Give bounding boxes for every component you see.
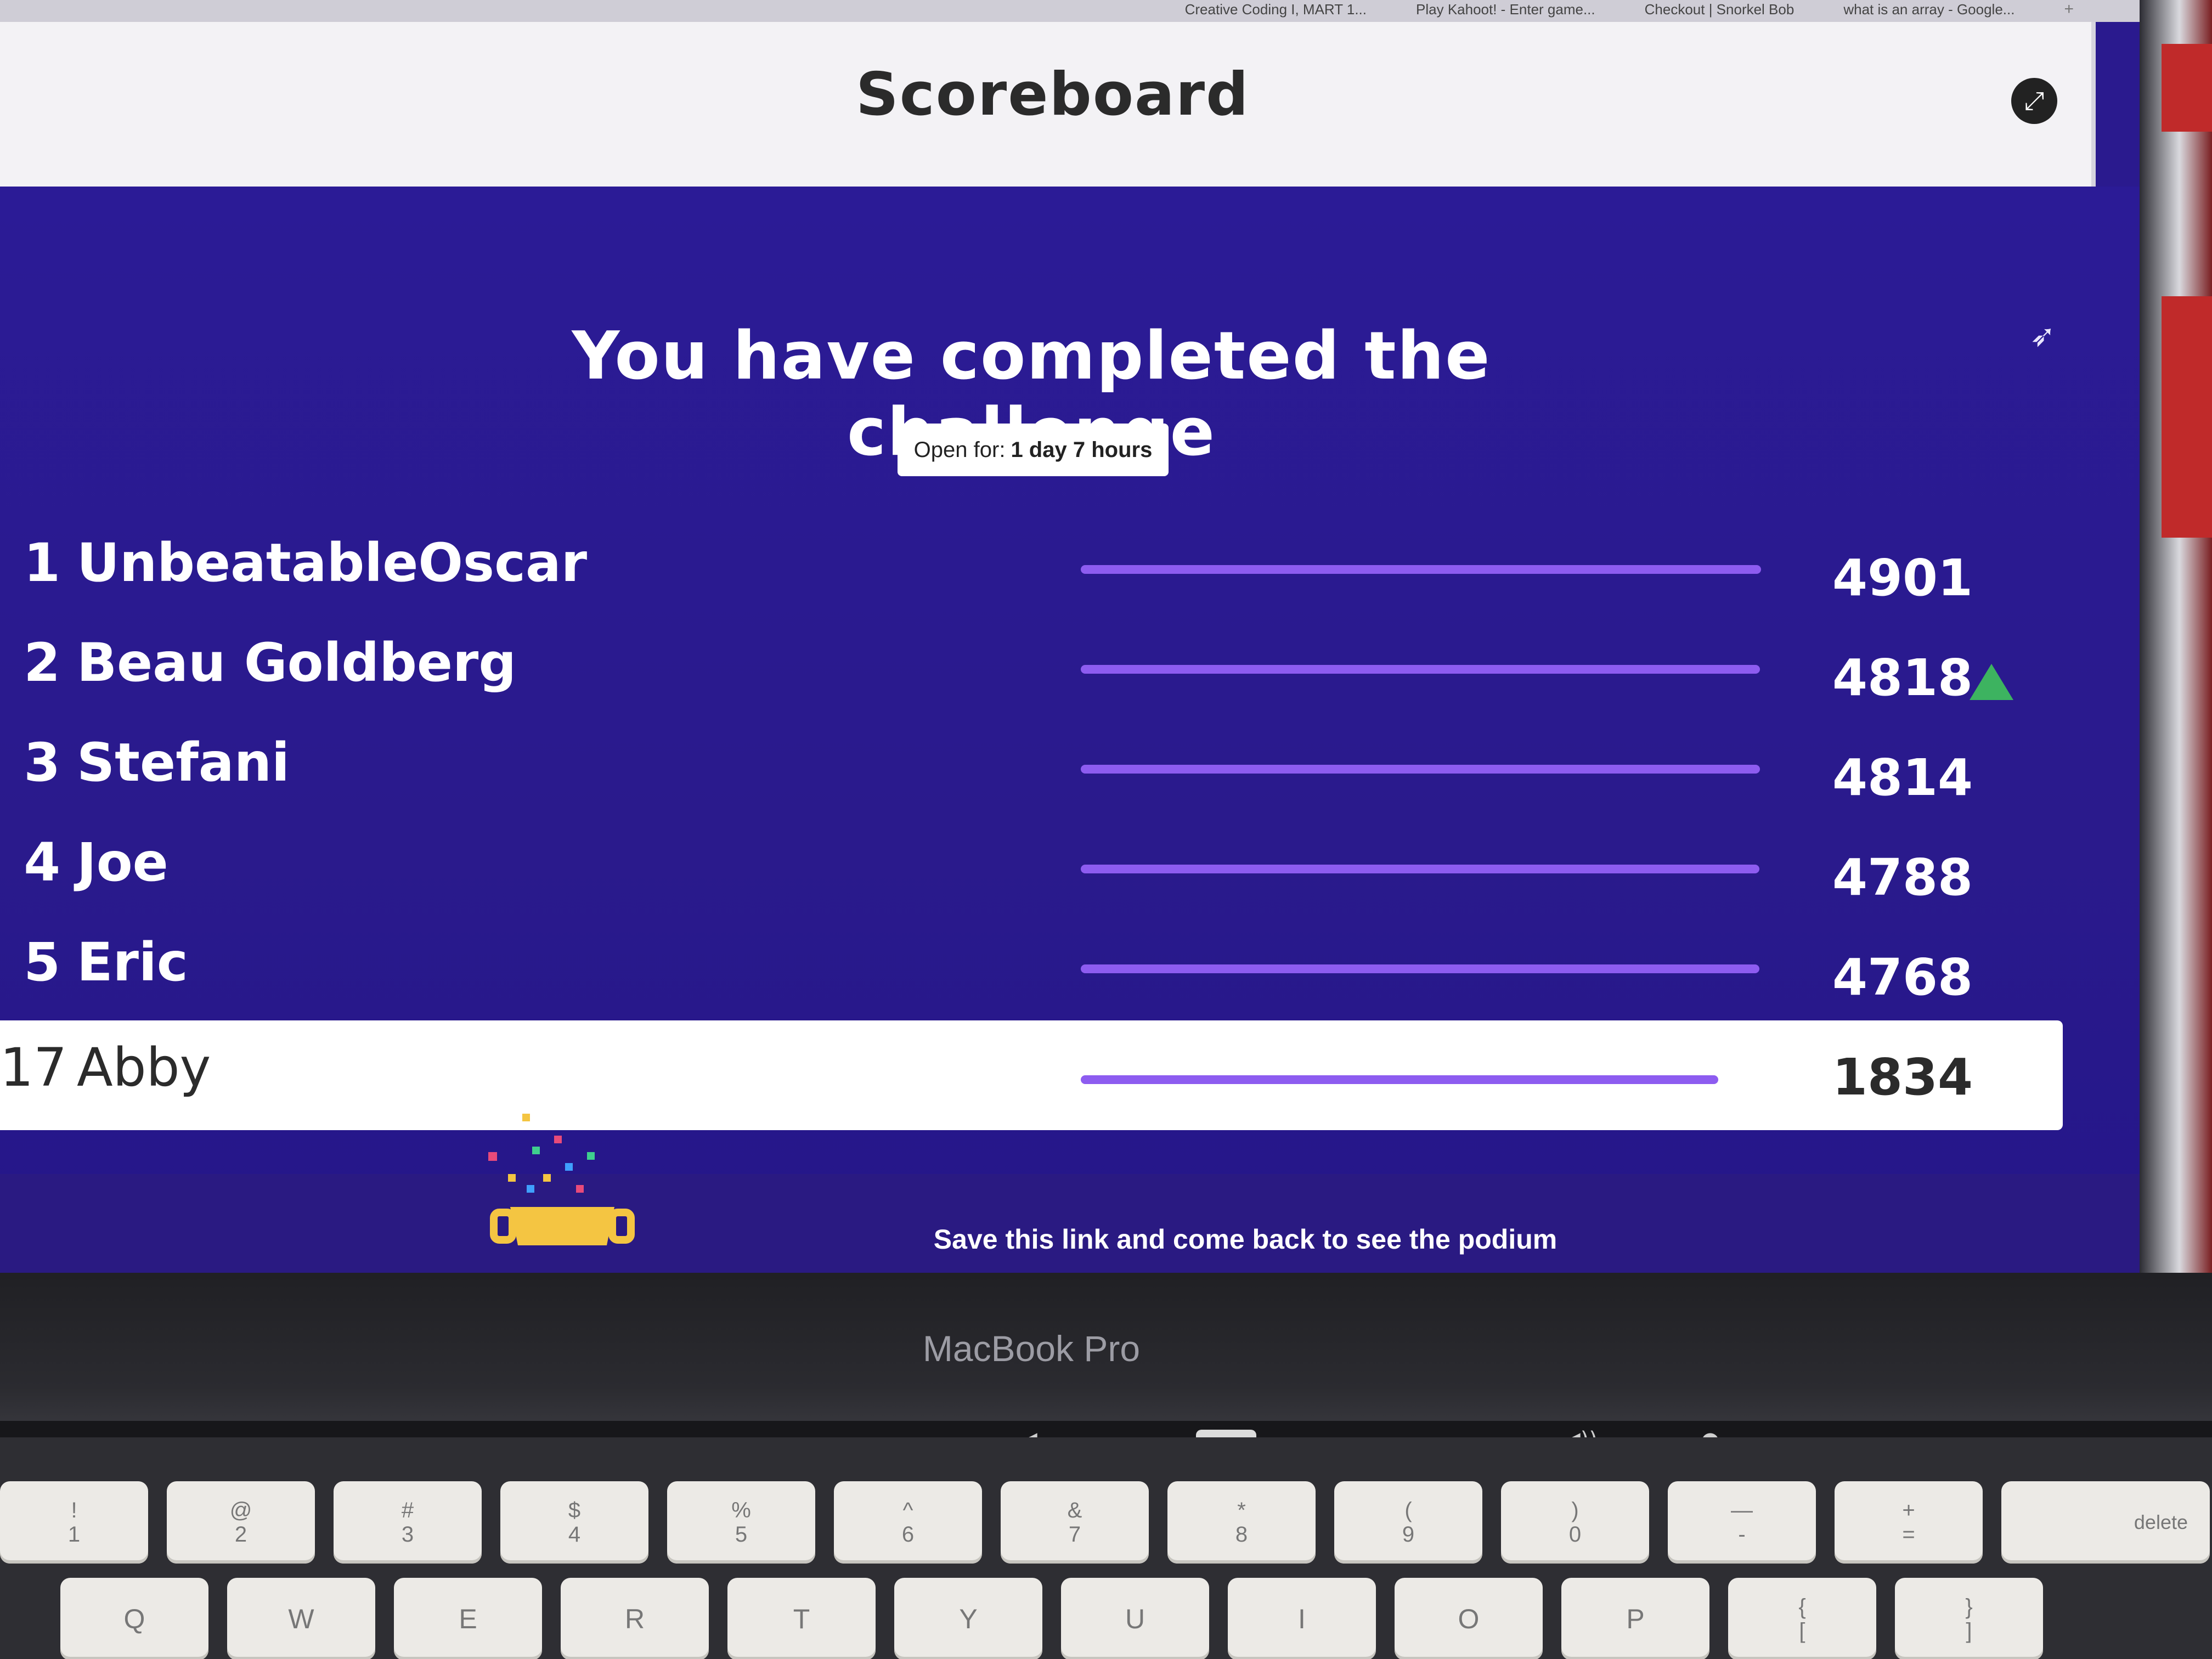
key[interactable]: & 7: [1001, 1481, 1149, 1564]
leaderboard-row: 2 Beau Goldberg 4818: [0, 616, 2063, 714]
browser-tab-bar: Creative Coding I, MART 1... Play Kahoot…: [0, 0, 2140, 22]
page-header: Scoreboard ⤢: [0, 22, 2096, 187]
save-link-message: Save this link and come back to see the …: [933, 1224, 1558, 1255]
player-score: 4788: [1832, 848, 1973, 907]
browser-tab[interactable]: Creative Coding I, MART 1...: [1185, 0, 1367, 22]
browser-tab[interactable]: what is an array - Google...: [1843, 0, 2015, 22]
key[interactable]: T: [727, 1578, 876, 1659]
key[interactable]: E: [394, 1578, 542, 1659]
player-name: UnbeatableOscar: [77, 532, 588, 594]
trophy-confetti-icon: [488, 1114, 635, 1245]
score-bar-fill: [1081, 865, 1760, 873]
player-score: 1834: [1832, 1048, 1973, 1107]
key[interactable]: ^ 6: [834, 1481, 982, 1564]
player-rank: 4: [24, 832, 60, 893]
player-score: 4901: [1832, 549, 1973, 607]
key[interactable]: ( 9: [1334, 1481, 1482, 1564]
leaderboard-row: 4 Joe 4788: [0, 815, 2063, 914]
keyboard: ! 1 @ 2 # 3 $ 4 % 5 ^ 6 & 7 * 8 ( 9 ) 0 …: [0, 1437, 2212, 1659]
leaderboard-row: 1 UnbeatableOscar 4901: [0, 516, 2063, 614]
laptop-screen: Creative Coding I, MART 1... Play Kahoot…: [0, 0, 2140, 1273]
photo: Creative Coding I, MART 1... Play Kahoot…: [0, 0, 2212, 1659]
current-player-row: 17 Abby 1834: [0, 1020, 2063, 1130]
background-sticker: [2162, 44, 2212, 132]
key[interactable]: ! 1: [0, 1481, 148, 1564]
key[interactable]: @ 2: [167, 1481, 315, 1564]
score-bar: [1081, 665, 1761, 674]
player-rank: 3: [24, 732, 60, 793]
score-bar-fill: [1081, 964, 1759, 973]
score-bar-fill: [1081, 565, 1761, 574]
key[interactable]: + =: [1835, 1481, 1983, 1564]
score-bar-fill: [1081, 665, 1760, 674]
score-bar: [1081, 765, 1761, 774]
laptop-bezel: MacBook Pro: [0, 1273, 2212, 1437]
score-bar: [1081, 865, 1761, 873]
score-bar: [1081, 1075, 1761, 1084]
browser-tab[interactable]: Play Kahoot! - Enter game...: [1416, 0, 1595, 22]
background-edge: [2140, 0, 2212, 1273]
open-duration-badge: Open for: 1 day 7 hours: [898, 424, 1169, 476]
page-title: Scoreboard: [856, 60, 1250, 129]
key[interactable]: R: [561, 1578, 709, 1659]
key[interactable]: U: [1061, 1578, 1209, 1659]
key[interactable]: Q: [60, 1578, 208, 1659]
player-score: 4768: [1832, 948, 1973, 1007]
score-bar: [1081, 964, 1761, 973]
key[interactable]: P: [1561, 1578, 1709, 1659]
player-rank: 1: [24, 532, 60, 594]
keyboard-number-row: ! 1 @ 2 # 3 $ 4 % 5 ^ 6 & 7 * 8 ( 9 ) 0 …: [0, 1481, 2210, 1564]
background-sticker: [2162, 296, 2212, 538]
key[interactable]: — -: [1668, 1481, 1816, 1564]
player-rank: 17: [0, 1037, 67, 1098]
key[interactable]: ) 0: [1501, 1481, 1649, 1564]
open-for-value: 1 day 7 hours: [1011, 437, 1153, 462]
key[interactable]: I: [1228, 1578, 1376, 1659]
player-score: 4814: [1832, 748, 1973, 807]
fullscreen-button[interactable]: ⤢: [2011, 78, 2057, 124]
expand-icon: ⤢: [2024, 86, 2045, 115]
device-label: MacBook Pro: [922, 1328, 1141, 1369]
key[interactable]: Y: [894, 1578, 1042, 1659]
mouse-cursor-icon: ➶: [2030, 318, 2056, 354]
player-name: Beau Goldberg: [77, 632, 517, 693]
score-bar-fill: [1081, 765, 1760, 774]
player-rank: 2: [24, 632, 60, 693]
player-score: 4818: [1832, 648, 1973, 707]
key[interactable]: { [: [1728, 1578, 1876, 1659]
score-bar: [1081, 565, 1761, 574]
key[interactable]: % 5: [667, 1481, 815, 1564]
player-rank: 5: [24, 932, 60, 993]
new-tab-button[interactable]: +: [2064, 0, 2074, 22]
player-name: Stefani: [77, 732, 290, 793]
player-name: Eric: [77, 932, 188, 993]
key[interactable]: } ]: [1895, 1578, 2043, 1659]
browser-tab[interactable]: Checkout | Snorkel Bob: [1645, 0, 1795, 22]
leaderboard-row: 3 Stefani 4814: [0, 715, 2063, 814]
score-bar-fill: [1081, 1075, 1719, 1084]
keyboard-letter-row: Q W E R T Y U I O P { [ } ]: [60, 1578, 2043, 1659]
key[interactable]: O: [1395, 1578, 1543, 1659]
rank-up-arrow-icon: [1970, 664, 2013, 700]
delete-key[interactable]: delete: [2001, 1481, 2210, 1564]
leaderboard-row: 5 Eric 4768: [0, 915, 2063, 1014]
scoreboard-panel: ➶ You have completed the challenge Open …: [0, 187, 2140, 1273]
player-name: Abby: [77, 1037, 211, 1098]
open-for-label: Open for:: [913, 437, 1006, 462]
key[interactable]: * 8: [1167, 1481, 1316, 1564]
player-name: Joe: [77, 832, 168, 893]
key[interactable]: # 3: [334, 1481, 482, 1564]
key[interactable]: $ 4: [500, 1481, 648, 1564]
key[interactable]: W: [227, 1578, 375, 1659]
